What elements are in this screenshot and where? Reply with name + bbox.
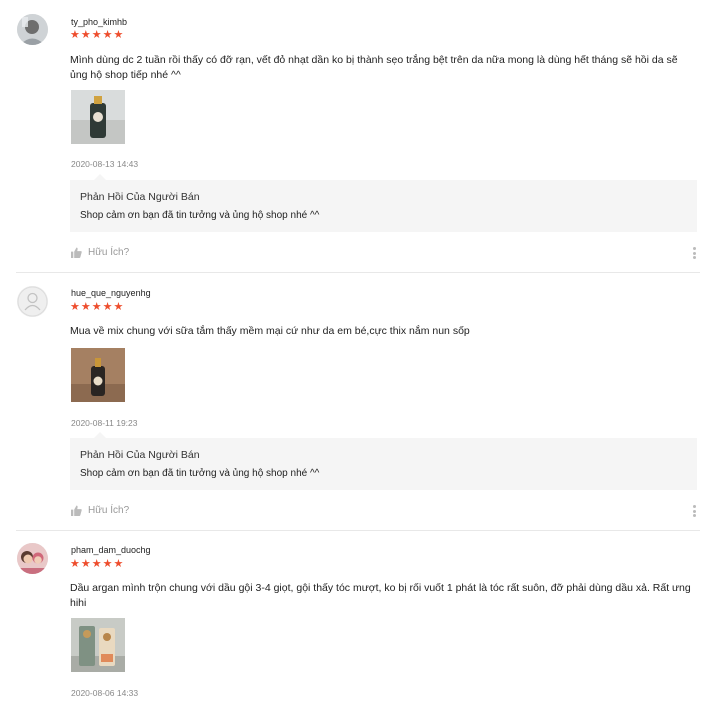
- thumbs-up-icon: [71, 247, 82, 258]
- review-comment: Mua về mix chung với sữa tắm thấy mềm mạ…: [70, 325, 470, 337]
- reviewer-username[interactable]: ty_pho_kimhb: [71, 17, 127, 27]
- review-divider: [16, 530, 700, 531]
- avatar[interactable]: [17, 286, 48, 317]
- thumbs-up-icon: [71, 505, 82, 516]
- rating-stars: ★★★★★: [70, 558, 125, 570]
- avatar[interactable]: [17, 14, 48, 45]
- review-comment: Mình dùng dc 2 tuần rồi thấy có đỡ rạn, …: [70, 54, 678, 81]
- seller-reply-text: Shop cảm ơn bạn đã tin tưởng và ủng hộ s…: [80, 210, 320, 221]
- review-date: 2020-08-13 14:43: [71, 159, 139, 169]
- seller-reply: Phản Hồi Của Người Bán Shop cảm ơn bạn đ…: [70, 174, 697, 232]
- seller-reply-title: Phản Hồi Của Người Bán: [80, 191, 200, 203]
- helpful-button[interactable]: Hữu Ích?: [71, 505, 129, 516]
- more-options-icon[interactable]: [693, 247, 697, 259]
- review-comment: Dầu argan mình trộn chung với dầu gội 3-…: [70, 582, 691, 609]
- rating-stars: ★★★★★: [70, 29, 125, 41]
- helpful-label: Hữu Ích?: [88, 505, 130, 516]
- avatar[interactable]: [17, 543, 48, 574]
- seller-reply-text: Shop cảm ơn bạn đã tin tưởng và ủng hộ s…: [80, 468, 320, 479]
- user-icon: [17, 286, 48, 317]
- review-photo[interactable]: [71, 90, 125, 144]
- review-date: 2020-08-06 14:33: [71, 688, 139, 698]
- reviewer-username[interactable]: hue_que_nguyenhg: [71, 288, 151, 298]
- reviewer-username[interactable]: pham_dam_duochg: [71, 545, 151, 555]
- review-date: 2020-08-11 19:23: [71, 418, 138, 428]
- seller-reply-title: Phản Hồi Của Người Bán: [80, 449, 200, 461]
- rating-stars: ★★★★★: [70, 301, 125, 313]
- review-photo[interactable]: [71, 348, 125, 402]
- more-options-icon[interactable]: [693, 505, 697, 517]
- seller-reply: Phản Hồi Của Người Bán Shop cảm ơn bạn đ…: [70, 432, 697, 490]
- helpful-button[interactable]: Hữu Ích?: [71, 247, 129, 258]
- helpful-label: Hữu Ích?: [88, 247, 130, 258]
- review-photo[interactable]: [71, 618, 125, 672]
- review-divider: [16, 272, 700, 273]
